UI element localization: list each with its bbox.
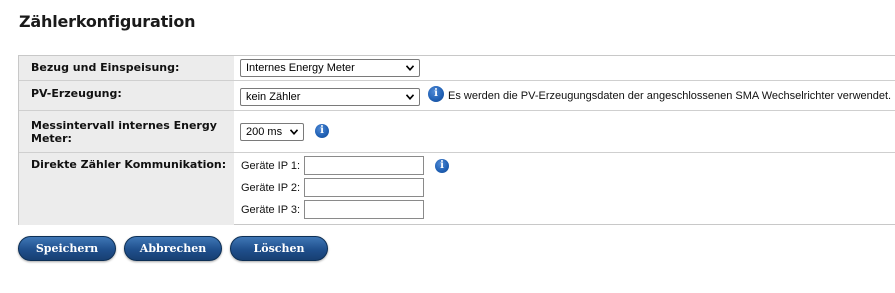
direkt-value: Geräte IP 1: i Geräte IP 2: Geräte IP 3:	[234, 153, 895, 225]
messintervall-select-value: 200 ms	[246, 126, 283, 138]
ip3-input[interactable]	[304, 200, 424, 219]
row-direkt: Direkte Zähler Kommunikation: Geräte IP …	[19, 152, 895, 225]
bezug-value: Internes Energy Meter	[234, 56, 895, 80]
chevron-down-icon	[290, 129, 298, 135]
cancel-button[interactable]: Abbrechen	[124, 236, 222, 261]
pv-select-value: kein Zähler	[246, 91, 301, 103]
row-messintervall: Messintervall internes Energy Meter: 200…	[19, 110, 895, 153]
pv-value: kein Zähler i Es werden die PV-Erzeugung…	[234, 81, 895, 111]
info-icon[interactable]: i	[435, 159, 449, 173]
direkt-label: Direkte Zähler Kommunikation:	[19, 153, 234, 225]
bezug-label: Bezug und Einspeisung:	[19, 56, 234, 80]
ip2-input[interactable]	[304, 178, 424, 197]
info-icon[interactable]: i	[428, 86, 444, 102]
ip3-label: Geräte IP 3:	[241, 204, 301, 216]
messintervall-select[interactable]: 200 ms	[240, 123, 304, 141]
info-icon[interactable]: i	[315, 124, 329, 138]
ip2-label: Geräte IP 2:	[241, 182, 301, 194]
pv-select[interactable]: kein Zähler	[240, 88, 420, 106]
messintervall-value: 200 ms i	[234, 111, 895, 153]
row-bezug: Bezug und Einspeisung: Internes Energy M…	[19, 56, 895, 80]
bezug-select[interactable]: Internes Energy Meter	[240, 59, 420, 77]
row-pv: PV-Erzeugung: kein Zähler i Es werden di…	[19, 80, 895, 111]
page-title: Zählerkonfiguration	[19, 12, 196, 31]
delete-button[interactable]: Löschen	[230, 236, 328, 261]
bezug-select-value: Internes Energy Meter	[246, 62, 355, 74]
chevron-down-icon	[406, 65, 414, 71]
meter-config-table: Bezug und Einspeisung: Internes Energy M…	[18, 55, 895, 225]
ip1-input[interactable]	[304, 156, 424, 175]
messintervall-label-line2: Meter:	[31, 132, 72, 145]
pv-label: PV-Erzeugung:	[19, 81, 234, 111]
save-button[interactable]: Speichern	[18, 236, 116, 261]
ip1-label: Geräte IP 1:	[241, 160, 301, 172]
pv-hint: Es werden die PV-Erzeugungsdaten der ang…	[448, 90, 892, 102]
messintervall-label-line1: Messintervall internes Energy	[31, 119, 217, 132]
chevron-down-icon	[406, 94, 414, 100]
messintervall-label: Messintervall internes Energy Meter:	[19, 111, 234, 153]
